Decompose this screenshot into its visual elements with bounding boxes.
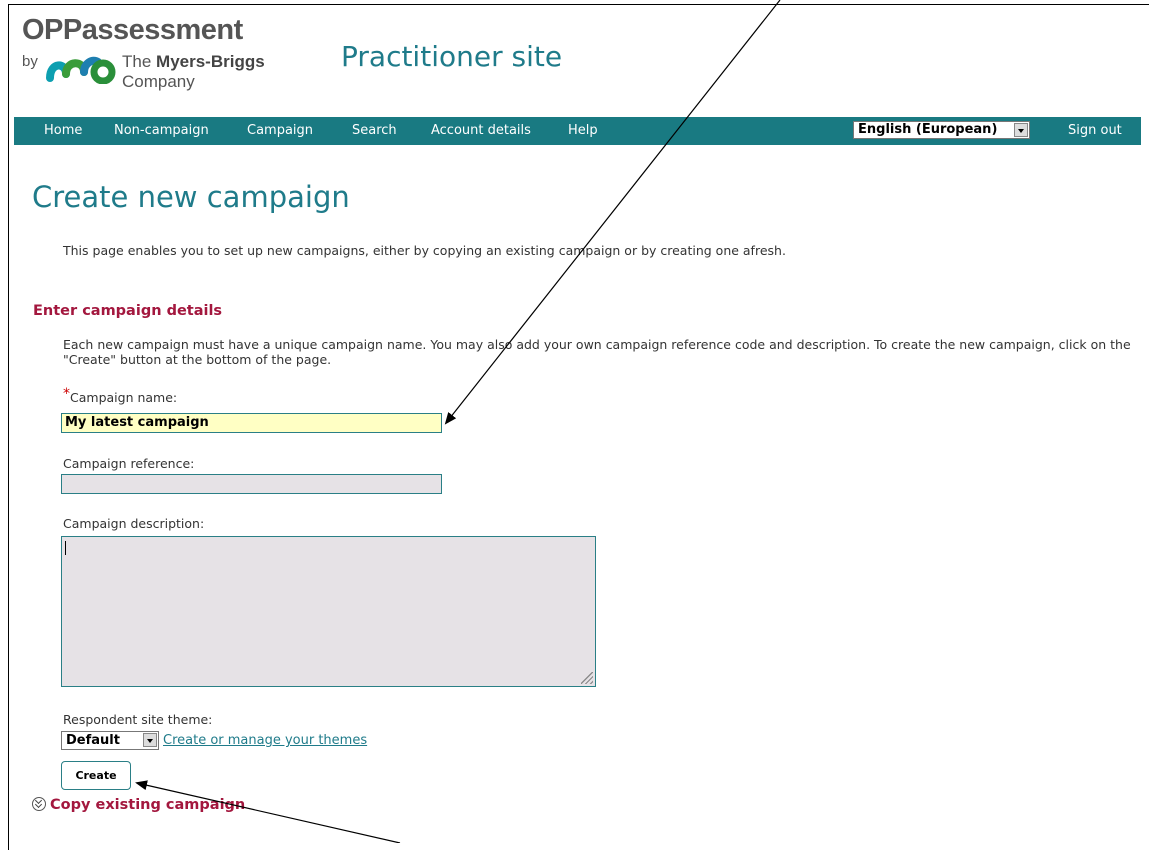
annotation-arrow-name-field bbox=[444, 0, 781, 425]
annotation-arrow-create-button bbox=[135, 780, 401, 843]
annotation-arrows bbox=[135, 0, 781, 843]
